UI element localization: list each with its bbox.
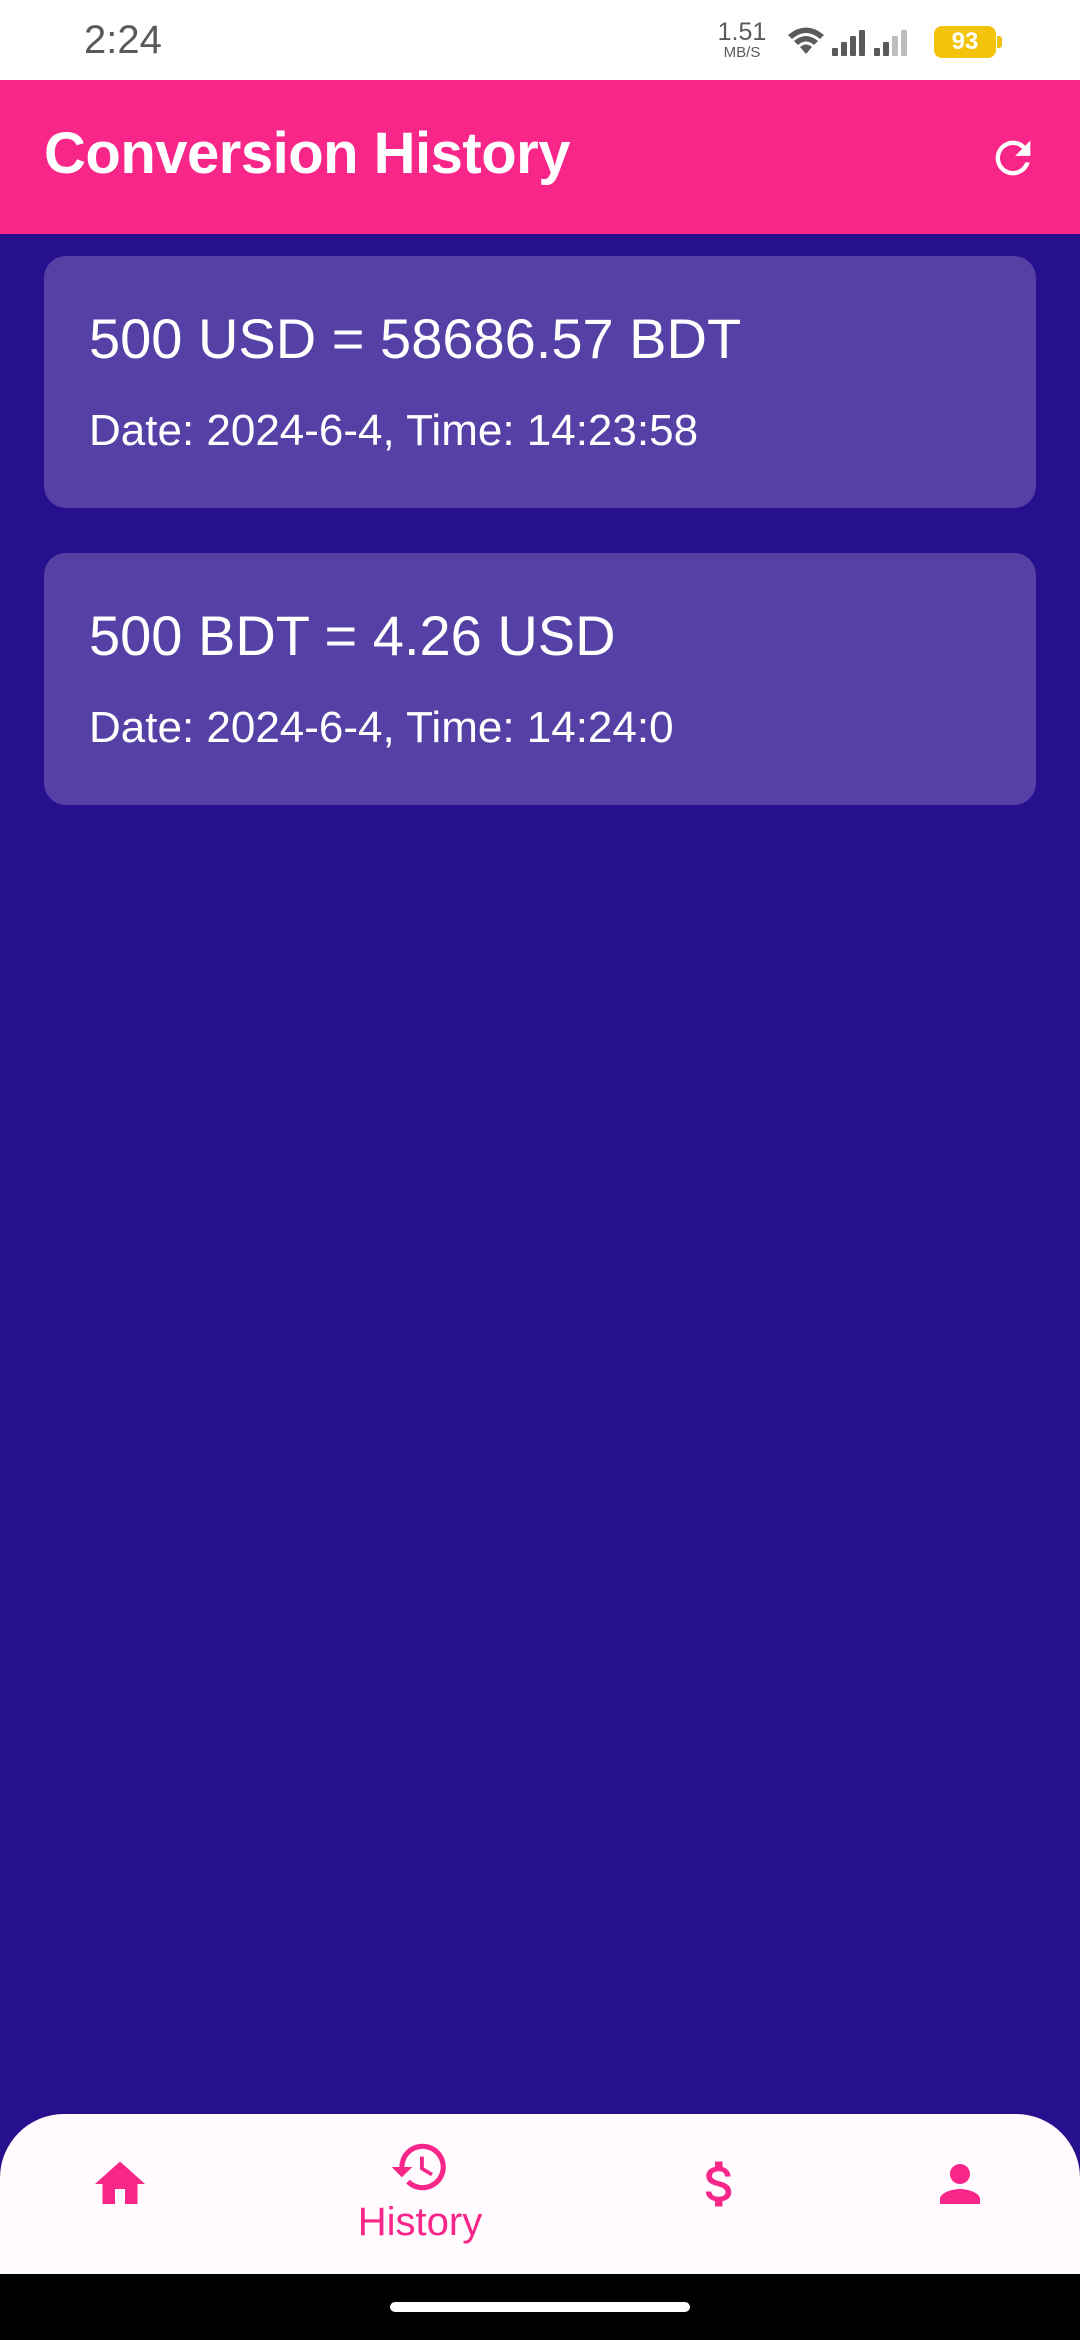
home-indicator[interactable]	[390, 2302, 690, 2312]
nav-item-home[interactable]	[60, 2114, 180, 2274]
battery-tip	[997, 36, 1002, 48]
page-title: Conversion History	[44, 121, 571, 186]
battery-icon: 93	[934, 26, 996, 58]
network-speed: 1.51 MB/S	[715, 20, 769, 62]
history-icon	[389, 2136, 451, 2198]
refresh-button[interactable]	[980, 125, 1046, 191]
network-speed-value: 1.51	[717, 18, 767, 46]
nav-item-convert[interactable]	[660, 2114, 780, 2274]
person-icon	[930, 2154, 990, 2214]
conversion-result: 500 USD = 58686.57 BDT	[89, 307, 742, 370]
system-navigation-bar	[0, 2274, 1080, 2340]
home-icon	[90, 2154, 150, 2214]
network-speed-unit: MB/S	[723, 44, 761, 61]
signal-icon-2	[874, 30, 907, 56]
conversion-datetime: Date: 2024-6-4, Time: 14:23:58	[89, 406, 699, 455]
dollar-icon	[690, 2154, 750, 2214]
signal-icon	[832, 30, 865, 56]
status-icons	[788, 27, 907, 56]
history-card[interactable]: 500 BDT = 4.26 USD Date: 2024-6-4, Time:…	[44, 553, 1036, 805]
refresh-icon	[995, 140, 1031, 176]
status-bar: 2:24 1.51 MB/S 93	[0, 0, 1080, 80]
nav-item-profile[interactable]	[900, 2114, 1020, 2274]
status-time: 2:24	[84, 18, 162, 62]
nav-label-history: History	[357, 2200, 483, 2244]
history-card[interactable]: 500 USD = 58686.57 BDT Date: 2024-6-4, T…	[44, 256, 1036, 508]
history-list: 500 USD = 58686.57 BDT Date: 2024-6-4, T…	[44, 256, 1036, 850]
nav-item-history[interactable]: History	[340, 2114, 500, 2274]
screen: 2:24 1.51 MB/S 93 Conversion History 500…	[0, 0, 1080, 2340]
conversion-datetime: Date: 2024-6-4, Time: 14:24:0	[89, 703, 674, 752]
app-bar: Conversion History	[0, 80, 1080, 234]
bottom-navigation: History	[0, 2114, 1080, 2274]
wifi-icon	[788, 27, 824, 54]
conversion-result: 500 BDT = 4.26 USD	[89, 604, 616, 667]
